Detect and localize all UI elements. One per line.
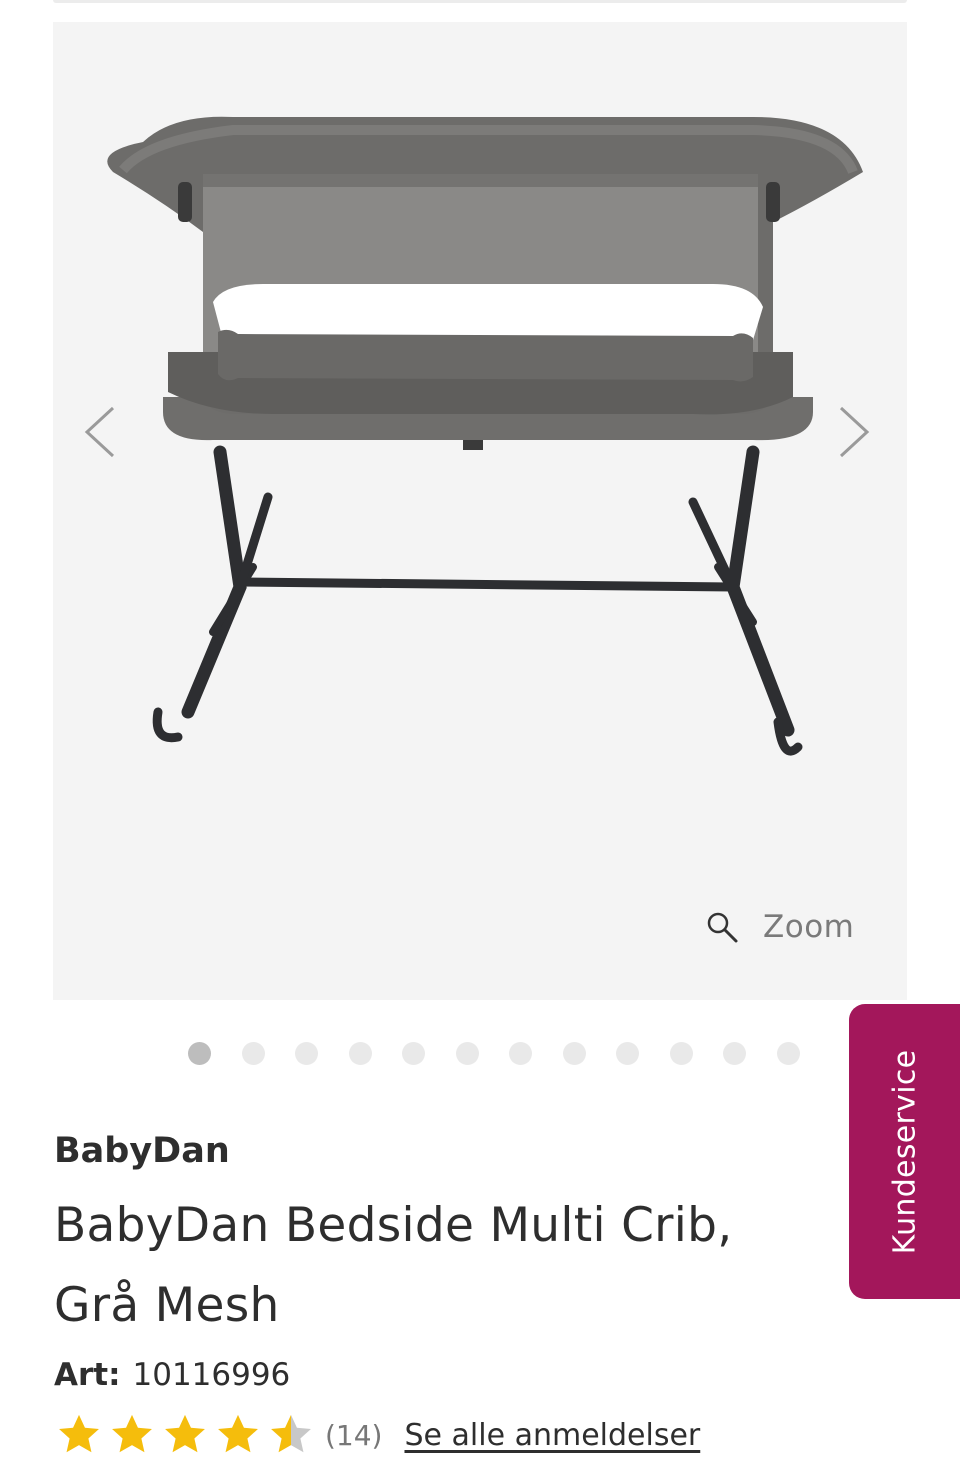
see-all-reviews-link[interactable]: Se alle anmeldelser xyxy=(404,1418,700,1453)
gallery-dot[interactable] xyxy=(455,1041,479,1065)
review-count: (14) xyxy=(325,1418,383,1452)
star-full-icon xyxy=(112,1414,152,1453)
gallery-dot[interactable] xyxy=(562,1041,586,1065)
star-full-icon xyxy=(218,1414,258,1453)
gallery-pagination xyxy=(188,1041,830,1065)
product-title-line1: BabyDan Bedside Multi Crib, xyxy=(54,1198,733,1253)
product-title: BabyDan Bedside Multi Crib, Grå Mesh xyxy=(54,1186,834,1346)
customer-service-tab[interactable]: Kundeservice xyxy=(849,1004,960,1299)
gallery-dot[interactable] xyxy=(776,1041,800,1065)
next-image-button[interactable] xyxy=(821,402,881,462)
magnifier-icon xyxy=(707,912,738,943)
star-half-icon xyxy=(271,1414,311,1453)
star-full-icon xyxy=(165,1414,205,1453)
chevron-right-icon xyxy=(839,406,870,458)
previous-image-button[interactable] xyxy=(73,402,133,462)
gallery-dot[interactable] xyxy=(616,1041,639,1065)
zoom-label: Zoom xyxy=(763,909,855,945)
article-number-value: 10116996 xyxy=(132,1357,291,1393)
product-title-line2: Grå Mesh xyxy=(54,1278,280,1333)
gallery-dot[interactable] xyxy=(723,1041,746,1065)
product-rating: (14) Se alle anmeldelser xyxy=(56,1410,700,1460)
customer-service-label: Kundeservice xyxy=(887,1049,922,1254)
top-divider xyxy=(53,0,907,3)
product-image xyxy=(107,116,864,756)
gallery-dot[interactable] xyxy=(509,1041,532,1065)
gallery-dot[interactable] xyxy=(241,1041,265,1065)
gallery-dot[interactable] xyxy=(348,1041,372,1065)
chevron-left-icon xyxy=(84,406,115,458)
product-gallery[interactable]: Zoom xyxy=(53,22,907,1000)
gallery-dot[interactable] xyxy=(188,1041,211,1065)
gallery-dot[interactable] xyxy=(295,1041,318,1065)
article-number-label: Art: xyxy=(54,1357,121,1393)
zoom-button[interactable]: Zoom xyxy=(705,902,854,952)
article-number: Art: 10116996 xyxy=(54,1352,290,1398)
gallery-dot[interactable] xyxy=(402,1041,425,1065)
product-brand[interactable]: BabyDan xyxy=(54,1127,230,1175)
star-full-icon xyxy=(59,1414,99,1453)
gallery-dot[interactable] xyxy=(669,1041,693,1065)
